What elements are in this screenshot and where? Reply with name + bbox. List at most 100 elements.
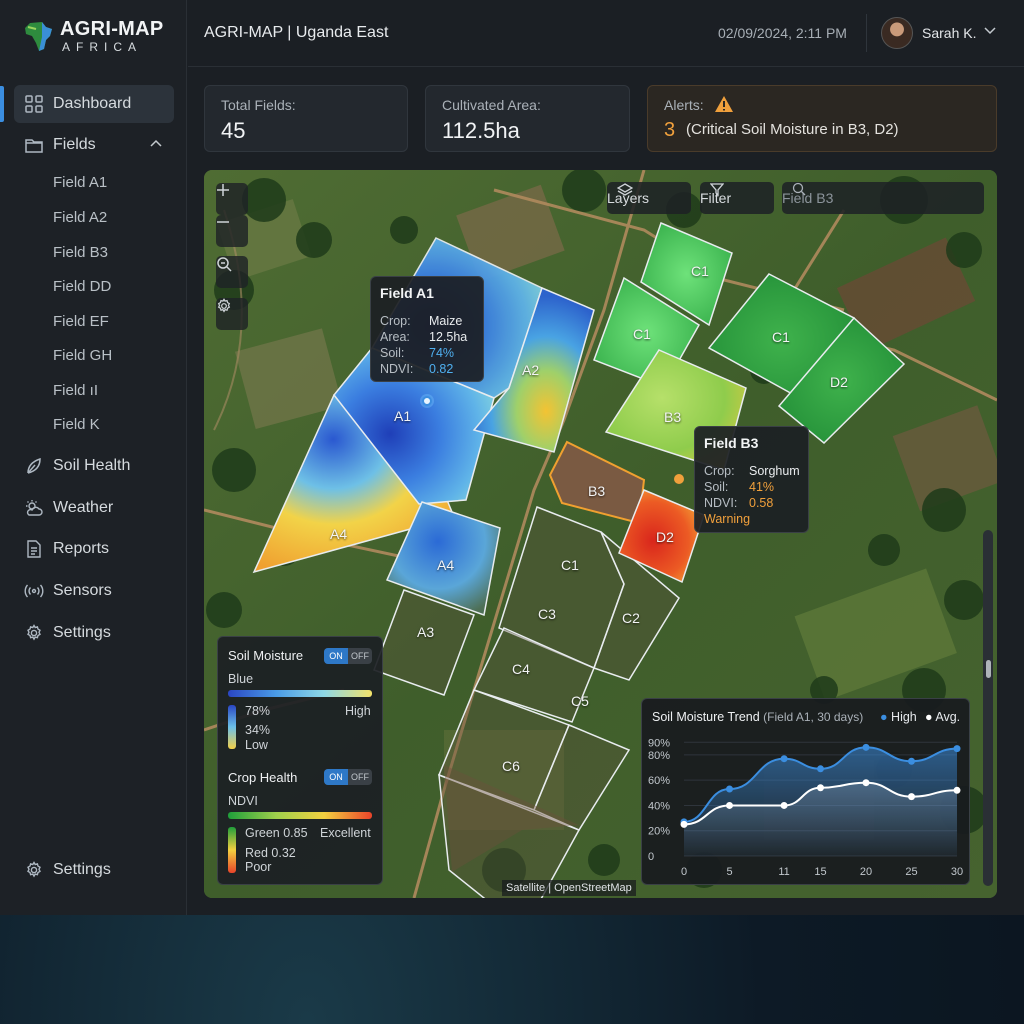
- app-window: AGRI-MAP AFRICA Dashboard Fields Field A…: [0, 0, 1024, 915]
- crop-health-toggle[interactable]: ON OFF: [324, 769, 372, 785]
- scrollbar-track[interactable]: [983, 530, 993, 886]
- map-attribution[interactable]: Satellite | OpenStreetMap: [502, 880, 636, 896]
- trend-chart[interactable]: 0 20% 40% 60% 80%90% 0 5 11 15 20 25 30: [642, 699, 971, 886]
- field-label-c3[interactable]: C3: [538, 606, 556, 622]
- header-divider: [866, 14, 867, 52]
- soil-high-label: High: [345, 704, 371, 718]
- y-tick-label: 60%: [648, 775, 670, 787]
- field-label-b3[interactable]: B3: [664, 409, 681, 425]
- filter-button[interactable]: Filter: [700, 182, 774, 214]
- sidebar-field-k[interactable]: Field K: [53, 416, 100, 433]
- tooltip-value: 12.5ha: [429, 330, 468, 344]
- field-label-a1[interactable]: A1: [394, 408, 411, 424]
- sidebar-field-a2[interactable]: Field A2: [53, 209, 107, 226]
- tooltip-value: 0.58: [749, 496, 774, 510]
- sidebar-item-dashboard[interactable]: Dashboard: [14, 85, 174, 123]
- x-tick-label: 30: [951, 866, 963, 878]
- user-name[interactable]: Sarah K.: [922, 25, 976, 41]
- scrollbar-thumb[interactable]: [986, 660, 991, 678]
- zoom-in-button[interactable]: [216, 183, 248, 215]
- sidebar-item-label: Settings: [53, 624, 111, 641]
- ndvi-gradient-vertical: [228, 827, 236, 873]
- cultivated-area-card: Cultivated Area: 112.5ha: [425, 85, 630, 152]
- sidebar-field-a1[interactable]: Field A1: [53, 174, 107, 191]
- x-tick-label: 5: [726, 866, 732, 878]
- avatar[interactable]: [881, 17, 913, 49]
- tooltip-label: Area:: [380, 330, 410, 344]
- field-label-c2[interactable]: C2: [622, 610, 640, 626]
- tooltip-value: 0.82: [429, 362, 454, 376]
- map-legend: Soil Moisture ON OFF Blue 78% High 34% L…: [217, 636, 383, 885]
- chevron-down-icon[interactable]: [984, 27, 996, 35]
- field-label-c1-top[interactable]: C1: [691, 263, 709, 279]
- field-label-c1-left[interactable]: C1: [633, 326, 651, 342]
- chevron-up-icon[interactable]: [150, 139, 162, 147]
- sidebar-field-ii[interactable]: Field ıI: [53, 382, 98, 399]
- map-settings-button[interactable]: [216, 298, 248, 330]
- soil-value-high: 78%: [245, 704, 271, 718]
- data-point: [780, 801, 788, 809]
- soil-health-icon: [24, 456, 44, 476]
- x-tick-label: 0: [681, 866, 687, 878]
- tooltip-label: Crop:: [380, 314, 411, 328]
- sidebar-item-weather[interactable]: Weather: [14, 489, 174, 527]
- alerts-card[interactable]: Alerts: 3 (Critical Soil Moisture in B3,…: [647, 85, 997, 152]
- x-tick-label: 20: [860, 866, 872, 878]
- report-icon: [24, 539, 44, 559]
- sidebar-item-fields[interactable]: Fields: [14, 126, 174, 164]
- brand-logo[interactable]: AGRI-MAP AFRICA: [22, 16, 182, 60]
- zoom-fit-button[interactable]: [216, 256, 248, 288]
- zoom-out-button[interactable]: [216, 215, 248, 247]
- sidebar-item-reports[interactable]: Reports: [14, 530, 174, 568]
- field-label-c4[interactable]: C4: [512, 661, 530, 677]
- data-point: [726, 801, 733, 809]
- field-label-a4[interactable]: A4: [330, 526, 347, 542]
- sidebar-field-dd[interactable]: Field DD: [53, 278, 111, 295]
- tooltip-value: 41%: [749, 480, 775, 494]
- crop-health-title: Crop Health: [228, 770, 298, 785]
- sidebar-field-b3[interactable]: Field B3: [53, 244, 108, 261]
- brand-subtitle: AFRICA: [62, 40, 143, 54]
- field-label-a4-small[interactable]: A4: [437, 557, 454, 573]
- toggle-on: ON: [324, 769, 348, 785]
- tooltip-label: Soil:: [704, 480, 729, 494]
- y-tick-label: 20%: [648, 826, 670, 838]
- sidebar-bottom-settings[interactable]: Settings: [14, 851, 174, 889]
- data-point: [817, 784, 824, 792]
- alerts-text: (Critical Soil Moisture in B3, D2): [686, 121, 899, 138]
- x-tick-label: 15: [814, 866, 826, 878]
- filter-icon: [710, 183, 724, 196]
- magnifier-icon: [217, 257, 232, 272]
- field-label-d2-right[interactable]: D2: [830, 374, 848, 390]
- field-label-b3-bare[interactable]: B3: [588, 483, 605, 499]
- field-label-a3[interactable]: A3: [417, 624, 434, 640]
- field-label-d2[interactable]: D2: [656, 529, 674, 545]
- sidebar-item-settings[interactable]: Settings: [14, 614, 174, 652]
- field-label-a2[interactable]: A2: [522, 362, 539, 378]
- sidebar-field-gh[interactable]: Field GH: [53, 347, 112, 364]
- toggle-off: OFF: [351, 772, 369, 782]
- top-header: AGRI-MAP | Uganda East 02/09/2024, 2:11 …: [188, 0, 1024, 67]
- search-icon: [792, 182, 806, 196]
- sidebar-item-sensors[interactable]: Sensors: [14, 572, 174, 610]
- gear-icon: [24, 623, 44, 643]
- card-label: Alerts:: [664, 97, 704, 113]
- field-label-c6[interactable]: C6: [502, 758, 520, 774]
- data-point: [953, 745, 961, 753]
- sidebar-item-soil-health[interactable]: Soil Health: [14, 447, 174, 485]
- layers-button[interactable]: Layers: [607, 182, 691, 214]
- toggle-on: ON: [324, 648, 348, 664]
- satellite-map[interactable]: A1 A2 A4 A4 A3 C1 C1 C1 D2 B3 B3 D2 C1 C…: [204, 170, 997, 898]
- field-search-input[interactable]: Field B3: [782, 182, 984, 214]
- field-label-c5[interactable]: C5: [571, 693, 589, 709]
- soil-gradient-bar: [228, 690, 372, 697]
- field-label-c1-right[interactable]: C1: [772, 329, 790, 345]
- sidebar-field-ef[interactable]: Field EF: [53, 313, 109, 330]
- warning-icon: [715, 96, 733, 112]
- tooltip-label: NDVI:: [380, 362, 414, 376]
- field-label-c1[interactable]: C1: [561, 557, 579, 573]
- datetime-display: 02/09/2024, 2:11 PM: [718, 25, 847, 41]
- data-point: [862, 743, 870, 751]
- tooltip-label: Soil:: [380, 346, 405, 360]
- soil-moisture-toggle[interactable]: ON OFF: [324, 648, 372, 664]
